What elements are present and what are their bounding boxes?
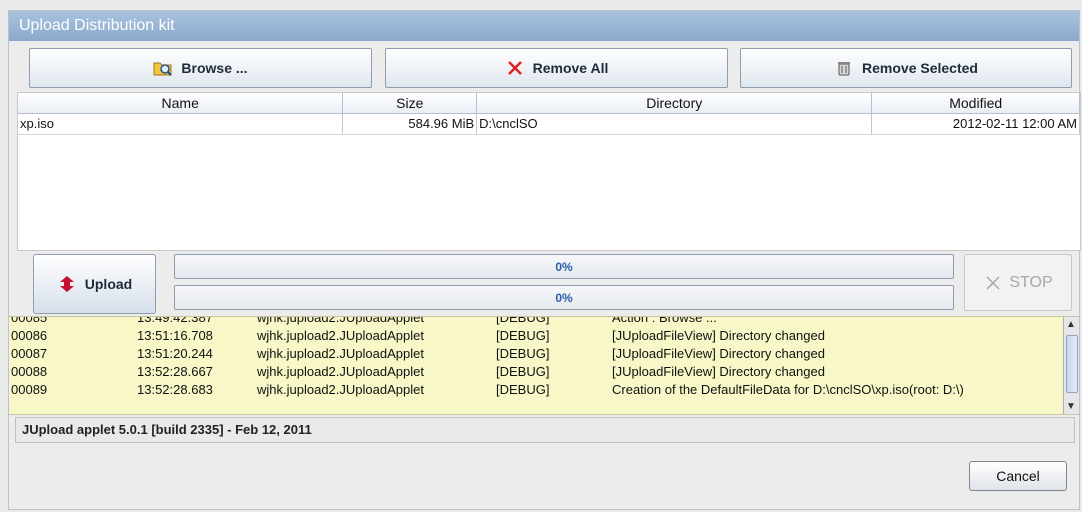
cell-name: xp.iso xyxy=(18,114,344,134)
scroll-up-icon[interactable]: ▲ xyxy=(1066,319,1076,330)
remove-selected-button[interactable]: Remove Selected xyxy=(740,48,1072,88)
log-row: 00085 13:49:42.387 wjhk.jupload2.JUpload… xyxy=(9,316,1059,327)
log-level: [DEBUG] xyxy=(496,316,550,325)
progress-text-file: 0% xyxy=(555,259,573,274)
upload-label: Upload xyxy=(84,276,133,292)
column-header-size[interactable]: Size xyxy=(343,93,478,113)
x-icon xyxy=(505,58,525,78)
cancel-button[interactable]: Cancel xyxy=(969,461,1067,491)
cell-modified: 2012-02-11 12:00 AM xyxy=(872,114,1080,134)
stop-label: STOP xyxy=(1009,273,1053,291)
column-header-name[interactable]: Name xyxy=(18,93,344,113)
log-row: 00087 13:51:20.244 wjhk.jupload2.JUpload… xyxy=(9,345,1059,363)
remove-all-button[interactable]: Remove All xyxy=(385,48,728,88)
upload-button[interactable]: Upload xyxy=(33,254,156,314)
status-bar: JUpload applet 5.0.1 [build 2335] - Feb … xyxy=(15,417,1075,443)
cell-directory: D:\cnclSO xyxy=(477,114,873,134)
progress-text-total: 0% xyxy=(555,290,573,305)
table-header: Name Size Directory Modified xyxy=(18,93,1080,114)
log-time: 13:52:28.667 xyxy=(137,364,213,379)
window-title: Upload Distribution kit xyxy=(9,11,1079,41)
file-table[interactable]: Name Size Directory Modified xp.iso 584.… xyxy=(17,92,1081,251)
log-level: [DEBUG] xyxy=(496,328,550,343)
remove-selected-label: Remove Selected xyxy=(862,60,978,76)
log-id: 00086 xyxy=(11,328,48,343)
log-level: [DEBUG] xyxy=(496,382,550,397)
browse-label: Browse ... xyxy=(181,60,248,76)
log-class: wjhk.jupload2.JUploadApplet xyxy=(257,316,424,325)
log-message: Creation of the DefaultFileData for D:\c… xyxy=(612,382,964,397)
trash-icon xyxy=(834,58,854,78)
column-header-modified[interactable]: Modified xyxy=(872,93,1080,113)
table-row[interactable]: xp.iso 584.96 MiB D:\cnclSO 2012-02-11 1… xyxy=(18,114,1080,135)
log-scrollbar[interactable]: ▲ ▼ xyxy=(1063,317,1079,414)
log-time: 13:52:28.683 xyxy=(137,382,213,397)
log-class: wjhk.jupload2.JUploadApplet xyxy=(257,382,424,397)
log-level: [DEBUG] xyxy=(496,346,550,361)
log-id: 00085 xyxy=(11,316,48,325)
log-id: 00088 xyxy=(11,364,48,379)
log-id: 00087 xyxy=(11,346,48,361)
remove-all-label: Remove All xyxy=(532,60,609,76)
log-class: wjhk.jupload2.JUploadApplet xyxy=(257,364,424,379)
log-class: wjhk.jupload2.JUploadApplet xyxy=(257,346,424,361)
x-icon xyxy=(983,273,1003,293)
stop-button[interactable]: STOP xyxy=(964,254,1072,311)
progress-bar-total: 0% xyxy=(174,285,954,310)
browse-button[interactable]: Browse ... xyxy=(29,48,372,88)
log-panel[interactable]: 00085 13:49:42.387 wjhk.jupload2.JUpload… xyxy=(9,316,1079,415)
log-message: [JUploadFileView] Directory changed xyxy=(612,328,825,343)
log-time: 13:49:42.387 xyxy=(137,316,213,325)
log-message: Action : Browse ... xyxy=(612,316,717,325)
log-message: [JUploadFileView] Directory changed xyxy=(612,364,825,379)
scroll-thumb[interactable] xyxy=(1066,335,1078,393)
upload-arrows-icon xyxy=(57,274,77,294)
log-row: 00089 13:52:28.683 wjhk.jupload2.JUpload… xyxy=(9,381,1059,399)
upload-dialog: Upload Distribution kit Browse ... Remov… xyxy=(8,10,1081,510)
cell-size: 584.96 MiB xyxy=(343,114,478,134)
log-message: [JUploadFileView] Directory changed xyxy=(612,346,825,361)
folder-search-icon xyxy=(153,58,173,78)
log-class: wjhk.jupload2.JUploadApplet xyxy=(257,328,424,343)
log-time: 13:51:20.244 xyxy=(137,346,213,361)
progress-bar-file: 0% xyxy=(174,254,954,279)
log-row: 00086 13:51:16.708 wjhk.jupload2.JUpload… xyxy=(9,327,1059,345)
log-time: 13:51:16.708 xyxy=(137,328,213,343)
log-row: 00088 13:52:28.667 wjhk.jupload2.JUpload… xyxy=(9,363,1059,381)
column-header-directory[interactable]: Directory xyxy=(477,93,873,113)
log-id: 00089 xyxy=(11,382,48,397)
log-level: [DEBUG] xyxy=(496,364,550,379)
scroll-down-icon[interactable]: ▼ xyxy=(1066,401,1076,412)
